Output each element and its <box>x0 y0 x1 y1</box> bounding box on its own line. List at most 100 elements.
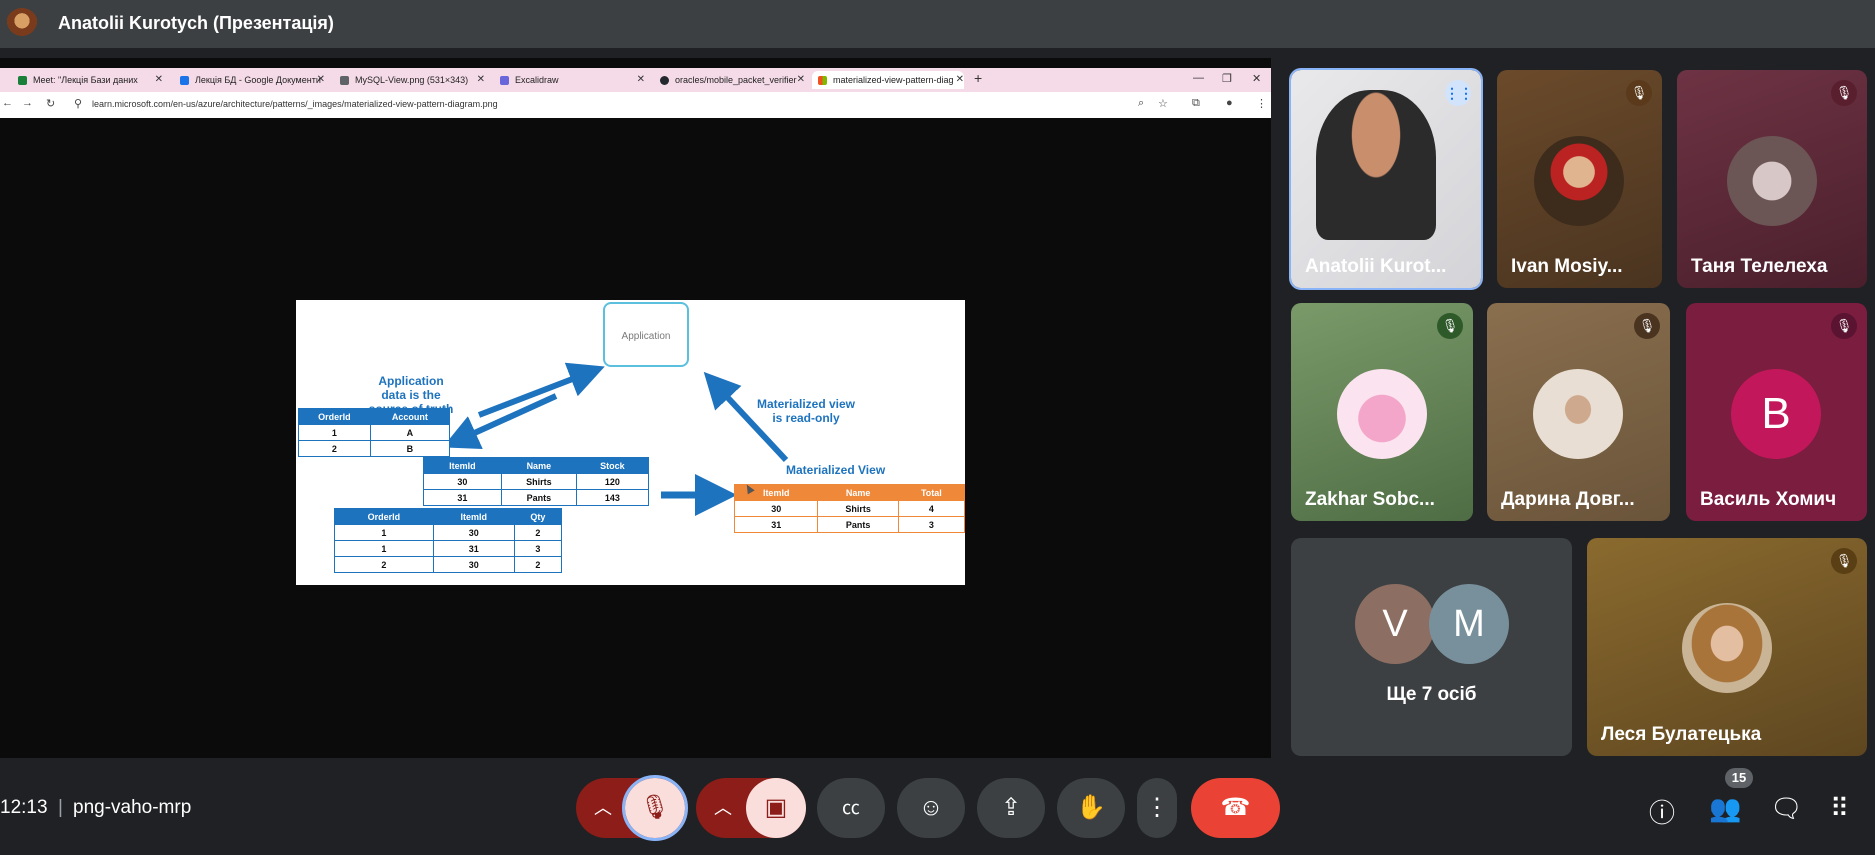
present-button[interactable]: ⇪ <box>977 778 1045 838</box>
mic-off-icon: 🎙 <box>1634 313 1660 339</box>
participant-name: Zakhar Sobc... <box>1305 489 1435 510</box>
close-icon[interactable]: ✕ <box>797 71 805 89</box>
mic-off-icon: 🎙 <box>1437 313 1463 339</box>
mic-off-icon: 🎙 <box>1831 80 1857 106</box>
camera-toggle-button[interactable]: ▣ <box>746 778 806 838</box>
image-icon <box>340 76 349 86</box>
extensions-icon[interactable]: ⧉ <box>1192 97 1200 110</box>
captions-button[interactable]: ㏄ <box>817 778 885 838</box>
presentation-title: Anatolii Kurotych (Презентація) <box>58 13 334 33</box>
reactions-button[interactable]: ☺ <box>897 778 965 838</box>
more-options-button[interactable]: ⋮ <box>1137 778 1177 838</box>
participant-name: Леся Булатецька <box>1601 724 1762 745</box>
orders-table: OrderId Account 1A 2B <box>298 408 451 457</box>
more-participants-label: Ще 7 осіб <box>1386 684 1477 705</box>
participant-name: Anatolii Kurot... <box>1305 256 1447 277</box>
participant-tile-tanya[interactable]: 🎙 Таня Телелеха <box>1677 70 1867 288</box>
camera-off-icon: ▣ <box>764 794 788 821</box>
speaking-indicator-icon: ⋮⋮ <box>1445 80 1473 106</box>
minimize-icon[interactable]: — <box>1193 72 1204 84</box>
order-items-table: OrderId ItemId Qty 1 30 2 1 31 3 2 30 2 <box>334 508 563 573</box>
participant-tile-anatolii[interactable]: ⋮⋮ Anatolii Kurot... <box>1289 68 1483 290</box>
raise-hand-button[interactable]: ✋ <box>1057 778 1125 838</box>
materialized-view-table: ItemId Name Total 30 Shirts 4 31 Pants 3 <box>733 484 966 533</box>
captions-icon: ㏄ <box>842 798 860 818</box>
browser-tab[interactable]: Meet: "Лекція Бази даних ✕ <box>18 71 163 89</box>
close-icon[interactable]: ✕ <box>317 71 325 89</box>
present-screen-icon: ⇪ <box>1000 794 1022 821</box>
avatar: M <box>1429 584 1509 664</box>
browser-tab[interactable]: oracles/mobile_packet_verifier ✕ <box>660 71 805 89</box>
leave-call-button[interactable]: ☎ <box>1191 778 1280 838</box>
participant-count-badge: 15 <box>1725 768 1753 788</box>
close-icon[interactable]: ✕ <box>956 71 964 89</box>
readonly-caption: Materialized view is read-only <box>756 397 856 425</box>
avatar <box>1727 136 1817 226</box>
chevron-up-icon: ︿ <box>714 798 732 818</box>
browser-tab[interactable]: MySQL-View.png (531×343) ✕ <box>340 71 485 89</box>
bookmark-star-icon[interactable]: ☆ <box>1158 97 1168 110</box>
participant-tile-daryna[interactable]: 🎙 Дарина Довг... <box>1487 303 1670 521</box>
mic-off-icon: 🎙 <box>1831 313 1857 339</box>
reload-icon[interactable]: ↻ <box>46 97 55 110</box>
avatar <box>1682 603 1772 693</box>
top-bar: Anatolii Kurotych (Презентація) <box>0 0 1875 48</box>
profile-icon[interactable]: ● <box>1226 97 1233 109</box>
browser-tab-active[interactable]: materialized-view-pattern-diag ✕ <box>812 71 964 89</box>
participant-name: Ivan Mosiy... <box>1511 256 1623 277</box>
zoom-icon[interactable]: ⌕ <box>1138 97 1144 110</box>
back-icon[interactable]: ← <box>2 97 13 109</box>
avatar <box>1533 369 1623 459</box>
close-window-icon[interactable]: ✕ <box>1252 72 1261 85</box>
new-tab-icon[interactable]: + <box>974 70 982 86</box>
participant-tile-lesya[interactable]: 🎙 Леся Булатецька <box>1587 538 1867 756</box>
mic-off-icon: 🎙 <box>1626 80 1652 106</box>
docs-icon <box>180 76 189 86</box>
avatar: V <box>1355 584 1435 664</box>
microsoft-icon <box>818 76 827 86</box>
bottom-bar: 12:13 | png-vaho-mrp ︿ 🎙 ︿ ▣ ㏄ ☺ ⇪ ✋ ⋮ ☎… <box>0 758 1875 855</box>
more-participants-tile[interactable]: V M Ще 7 осіб <box>1291 538 1572 756</box>
github-icon <box>660 76 669 86</box>
browser-menu-icon[interactable]: ⋮ <box>1256 97 1267 110</box>
activities-grid-icon[interactable]: ⠿ <box>1830 793 1849 824</box>
participant-name: Дарина Довг... <box>1501 489 1635 510</box>
close-icon[interactable]: ✕ <box>477 71 485 89</box>
avatar: В <box>1731 369 1821 459</box>
browser-tab[interactable]: Лекція БД - Google Документи ✕ <box>180 71 325 89</box>
mic-off-icon: 🎙 <box>639 794 671 821</box>
forward-icon[interactable]: → <box>22 97 33 109</box>
participant-tile-vasyl[interactable]: В 🎙 Василь Хомич <box>1686 303 1867 521</box>
browser-tab[interactable]: Excalidraw ✕ <box>500 71 645 89</box>
video-feed <box>1316 90 1436 240</box>
participant-name: Таня Телелеха <box>1691 256 1828 277</box>
participant-tile-zakhar[interactable]: 🎙 Zakhar Sobc... <box>1291 303 1473 521</box>
restore-icon[interactable]: ❐ <box>1222 72 1232 85</box>
materialized-view-title: Materialized View <box>786 463 886 477</box>
mic-toggle-button[interactable]: 🎙 <box>622 775 688 841</box>
browser-address-bar: ← → ↻ ⚲ learn.microsoft.com/en-us/azure/… <box>0 92 1271 118</box>
participant-name: Василь Хомич <box>1700 489 1837 510</box>
hand-icon: ✋ <box>1076 794 1106 821</box>
chevron-up-icon: ︿ <box>594 798 612 818</box>
close-icon[interactable]: ✕ <box>155 71 163 89</box>
browser-tab-strip: Meet: "Лекція Бази даних ✕ Лекція БД - G… <box>0 68 1271 92</box>
people-icon[interactable]: 👥 <box>1709 793 1741 824</box>
cake-avatar <box>1337 369 1427 459</box>
avatar <box>1534 136 1624 226</box>
meeting-code: png-vaho-mrp <box>73 797 192 818</box>
meeting-info-icon[interactable]: ⓘ <box>1649 793 1675 830</box>
materialized-view-diagram: Application Application data is the sour… <box>296 300 966 585</box>
presenter-avatar <box>6 8 38 40</box>
application-box: Application <box>603 302 689 367</box>
chat-icon[interactable]: 🗨 <box>1770 793 1803 824</box>
clock: 12:13 <box>0 797 48 818</box>
hang-up-icon: ☎ <box>1220 794 1251 821</box>
close-icon[interactable]: ✕ <box>637 71 645 89</box>
meet-icon <box>18 76 27 86</box>
shared-screen: Meet: "Лекція Бази даних ✕ Лекція БД - G… <box>0 58 1271 758</box>
url-field[interactable]: learn.microsoft.com/en-us/azure/architec… <box>92 99 498 109</box>
site-info-icon[interactable]: ⚲ <box>74 97 82 110</box>
participant-tile-ivan[interactable]: 🎙 Ivan Mosiy... <box>1497 70 1662 288</box>
more-vertical-icon: ⋮ <box>1145 794 1169 821</box>
